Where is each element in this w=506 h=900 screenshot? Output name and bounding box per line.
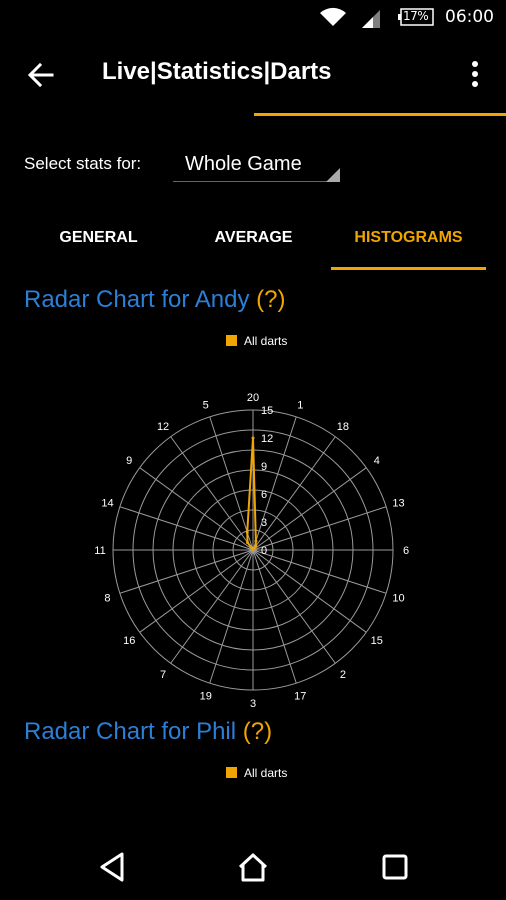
tab-average[interactable]: AVERAGE bbox=[176, 218, 331, 272]
radar-spoke bbox=[209, 549, 254, 684]
radar-spoke bbox=[252, 467, 367, 551]
radar-category-label: 11 bbox=[94, 545, 105, 557]
radar-category-label: 5 bbox=[203, 399, 209, 411]
chart-legend: All darts bbox=[226, 334, 287, 348]
radar-spoke bbox=[170, 549, 254, 664]
radar-category-label: 2 bbox=[340, 669, 346, 681]
radar-category-label: 4 bbox=[374, 455, 380, 467]
radar-spoke bbox=[252, 549, 367, 633]
radar-spoke bbox=[252, 506, 387, 551]
radar-spoke bbox=[139, 549, 254, 633]
radar-tick-label: 12 bbox=[261, 433, 273, 445]
status-bar: 17% 06:00 bbox=[0, 0, 506, 36]
radar-point bbox=[254, 544, 258, 548]
radar-category-label: 1 bbox=[297, 399, 303, 411]
radar-category-label: 3 bbox=[250, 698, 256, 710]
radar-point bbox=[246, 540, 250, 544]
nav-recents-icon[interactable] bbox=[378, 850, 412, 884]
radar-category-label: 18 bbox=[337, 421, 349, 433]
radar-category-label: 12 bbox=[157, 421, 169, 433]
app-bar: Live|Statistics|Darts bbox=[0, 36, 506, 116]
stats-selector-label: Select stats for: bbox=[24, 154, 142, 173]
radar-category-label: 16 bbox=[123, 635, 135, 647]
radar-category-label: 19 bbox=[200, 691, 212, 703]
radar-chart-andy: 20 1 18 4 13 6 10 15 2 17 3 19 7 16 8 11 14 9 12 5 0 3 6 9 12 15 bbox=[94, 392, 409, 710]
radar-spoke bbox=[119, 506, 254, 551]
radar-point bbox=[251, 436, 255, 440]
chart-title-andy: Radar Chart for Andy (?) bbox=[24, 286, 285, 314]
chart-title-text: Radar Chart for Phil bbox=[24, 718, 237, 745]
nav-home-icon[interactable] bbox=[236, 850, 270, 884]
radar-category-label: 8 bbox=[104, 592, 110, 604]
page-title: Live|Statistics|Darts bbox=[102, 58, 332, 85]
radar-category-label: 10 bbox=[392, 592, 404, 604]
radar-tick-label: 0 bbox=[261, 545, 267, 557]
radar-tick-label: 3 bbox=[261, 517, 267, 529]
radar-category-label: 14 bbox=[101, 498, 113, 510]
radar-spoke bbox=[139, 467, 254, 551]
radar-tick-label: 15 bbox=[261, 405, 273, 417]
tab-bar: GENERAL AVERAGE HISTOGRAMS bbox=[21, 218, 486, 272]
stats-selector-dropdown[interactable]: Whole Game bbox=[173, 146, 340, 184]
radar-category-label: 6 bbox=[403, 545, 409, 557]
radar-tick-label: 6 bbox=[261, 489, 267, 501]
radar-spoke bbox=[252, 549, 336, 664]
radar-spoke bbox=[252, 549, 297, 684]
legend-label: All darts bbox=[244, 766, 288, 780]
chart-title-phil: Radar Chart for Phil (?) bbox=[24, 718, 272, 746]
active-tab-indicator bbox=[331, 267, 486, 270]
nav-back-icon[interactable] bbox=[96, 850, 130, 884]
legend-swatch bbox=[226, 335, 237, 346]
radar-tick-label: 9 bbox=[261, 461, 267, 473]
radar-category-label: 7 bbox=[160, 669, 166, 681]
radar-category-label: 15 bbox=[371, 635, 383, 647]
wifi-icon bbox=[320, 7, 346, 26]
radar-point bbox=[254, 539, 258, 543]
radar-series-all-darts bbox=[246, 437, 257, 551]
battery-level: 17% bbox=[403, 9, 429, 23]
radar-point bbox=[245, 530, 249, 534]
chart-legend: All darts bbox=[226, 766, 287, 780]
dropdown-arrow-icon bbox=[326, 168, 340, 182]
legend-label: All darts bbox=[244, 334, 288, 348]
system-nav-bar bbox=[0, 832, 506, 900]
radar-category-label: 13 bbox=[392, 498, 404, 510]
chart-title-text: Radar Chart for Andy bbox=[24, 286, 250, 313]
appbar-accent-line bbox=[254, 113, 506, 116]
help-link[interactable]: (?) bbox=[256, 286, 285, 313]
back-arrow-icon[interactable] bbox=[26, 60, 56, 90]
legend-swatch bbox=[226, 767, 237, 778]
status-time: 06:00 bbox=[445, 7, 494, 27]
signal-icon bbox=[362, 10, 380, 28]
tab-histograms[interactable]: HISTOGRAMS bbox=[331, 218, 486, 272]
stats-selector-value: Whole Game bbox=[185, 153, 302, 175]
radar-spoke bbox=[119, 549, 254, 594]
radar-spoke bbox=[252, 416, 297, 551]
dropdown-underline bbox=[173, 181, 340, 182]
radar-spoke bbox=[170, 436, 254, 551]
radar-category-label: 17 bbox=[294, 691, 306, 703]
more-options-icon[interactable] bbox=[468, 60, 482, 90]
tab-general[interactable]: GENERAL bbox=[21, 218, 176, 272]
radar-spoke bbox=[252, 549, 387, 594]
radar-category-label: 20 bbox=[247, 392, 259, 404]
radar-category-label: 9 bbox=[126, 455, 132, 467]
help-link[interactable]: (?) bbox=[243, 718, 272, 745]
